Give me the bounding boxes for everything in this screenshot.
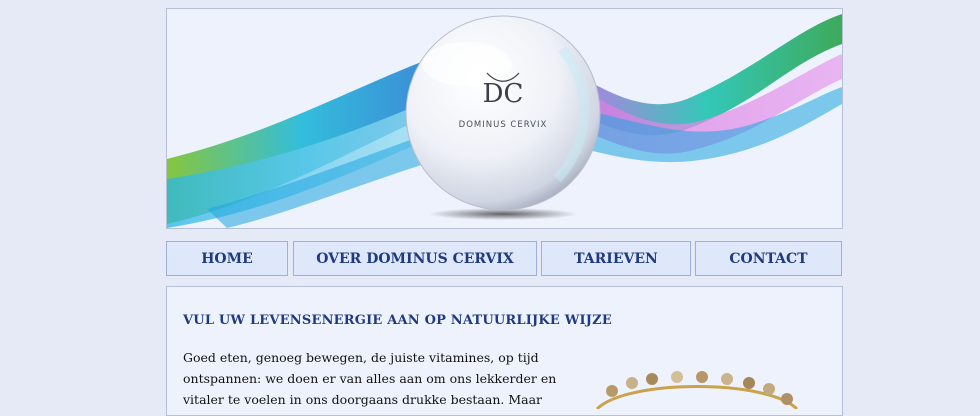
nav-tarieven[interactable]: TARIEVEN: [541, 241, 691, 276]
nav-home[interactable]: HOME: [166, 241, 288, 276]
banner-artwork: DC DOMINUS CERVIX: [167, 9, 842, 228]
intro-line: ontspannen: we doen er van alles aan om …: [183, 371, 557, 386]
header-banner: DC DOMINUS CERVIX: [166, 8, 843, 229]
main-navigation: HOME OVER DOMINUS CERVIX TARIEVEN CONTAC…: [166, 241, 843, 278]
nav-contact[interactable]: CONTACT: [695, 241, 842, 276]
nav-over-dominus-cervix[interactable]: OVER DOMINUS CERVIX: [293, 241, 537, 276]
content-panel: VUL UW LEVENSENERGIE AAN OP NATUURLIJKE …: [166, 286, 843, 416]
intro-line: Goed eten, genoeg bewegen, de juiste vit…: [183, 350, 539, 365]
logo-text: DOMINUS CERVIX: [459, 120, 548, 130]
page-headline: VUL UW LEVENSENERGIE AAN OP NATUURLIJKE …: [183, 313, 612, 328]
logo-monogram: DC: [483, 79, 524, 109]
bead-bracelet-image: [595, 371, 799, 409]
intro-paragraph: Goed eten, genoeg bewegen, de juiste vit…: [183, 347, 557, 410]
